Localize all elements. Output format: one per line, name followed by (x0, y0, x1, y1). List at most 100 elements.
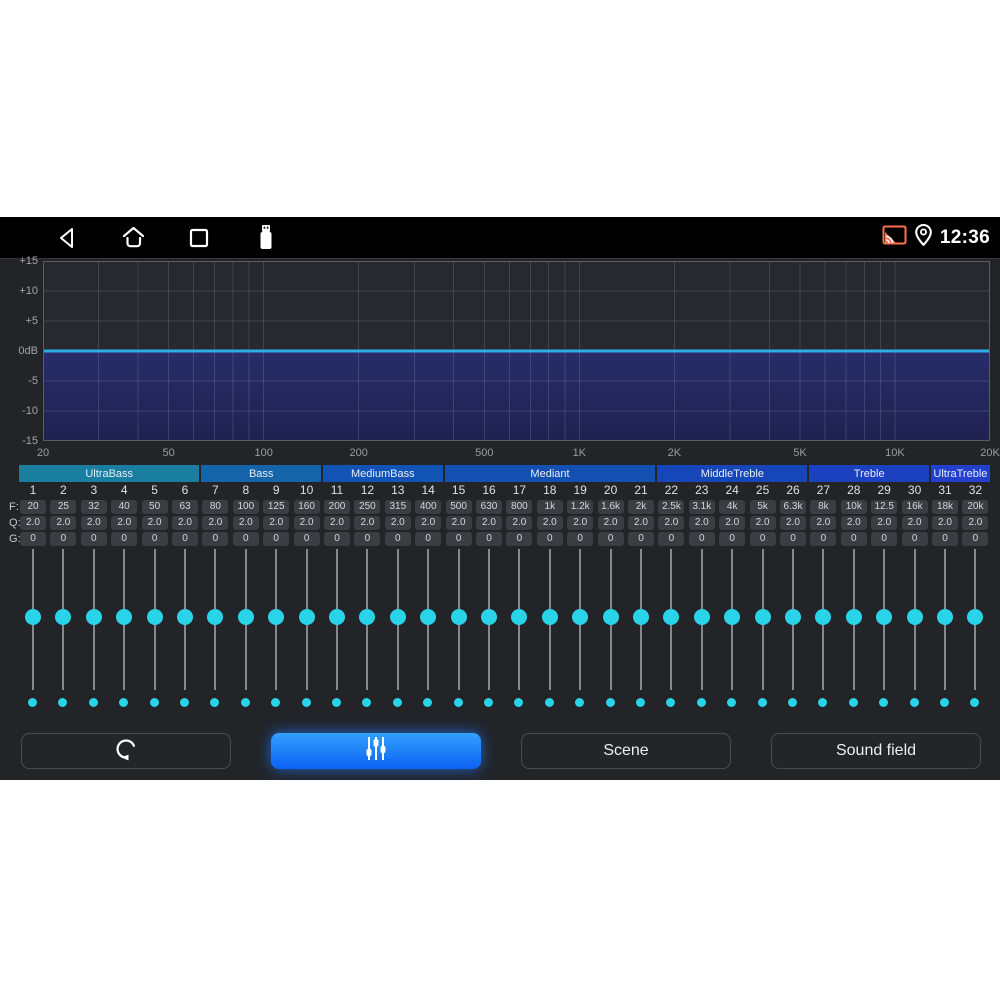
band-frequency-value[interactable]: 20k (962, 500, 989, 514)
band-gain-value[interactable]: 0 (719, 532, 746, 546)
band-frequency-value[interactable]: 16k (901, 500, 928, 514)
band-frequency-value[interactable]: 6.3k (780, 500, 806, 514)
band-q-value[interactable]: 2.0 (749, 516, 776, 530)
band-frequency-value[interactable]: 2.5k (658, 500, 685, 514)
band-q-value[interactable]: 2.0 (80, 516, 107, 530)
band-gain-value[interactable]: 0 (962, 532, 989, 546)
eq-band-slider-knob[interactable] (268, 609, 285, 625)
band-q-value[interactable]: 2.0 (476, 516, 502, 530)
band-gain-value[interactable]: 0 (567, 532, 594, 546)
band-gain-value[interactable]: 0 (263, 532, 290, 546)
band-frequency-value[interactable]: 5k (749, 500, 776, 514)
band-gain-value[interactable]: 0 (688, 532, 715, 546)
band-q-value[interactable]: 2.0 (232, 516, 259, 530)
eq-band-slider-knob[interactable] (785, 609, 801, 625)
eq-band-slider-knob[interactable] (55, 609, 72, 625)
band-frequency-value[interactable]: 1.2k (567, 500, 594, 514)
eq-band-slider-knob[interactable] (541, 609, 558, 625)
eq-band-slider-knob[interactable] (602, 609, 619, 625)
band-q-value[interactable]: 2.0 (354, 516, 381, 530)
band-gain-value[interactable]: 0 (628, 532, 654, 546)
eq-band-slider-knob[interactable] (633, 609, 649, 625)
band-gain-value[interactable]: 0 (780, 532, 806, 546)
eq-band-slider-knob[interactable] (298, 609, 315, 625)
eq-band-slider-knob[interactable] (177, 609, 193, 625)
band-gain-value[interactable]: 0 (597, 532, 624, 546)
eq-band-slider-knob[interactable] (237, 609, 254, 625)
eq-band-slider-knob[interactable] (876, 609, 893, 625)
band-q-value[interactable]: 2.0 (172, 516, 198, 530)
band-frequency-value[interactable]: 80 (202, 500, 229, 514)
band-frequency-value[interactable]: 32 (80, 500, 107, 514)
eq-band-slider-knob[interactable] (450, 609, 467, 625)
back-icon[interactable] (53, 217, 81, 258)
band-frequency-value[interactable]: 250 (354, 500, 381, 514)
band-q-value[interactable]: 2.0 (840, 516, 867, 530)
band-frequency-value[interactable]: 500 (445, 500, 472, 514)
band-frequency-value[interactable]: 630 (476, 500, 502, 514)
band-q-value[interactable]: 2.0 (445, 516, 472, 530)
band-frequency-value[interactable]: 800 (506, 500, 533, 514)
band-gain-value[interactable]: 0 (415, 532, 442, 546)
band-frequency-value[interactable]: 20 (20, 500, 46, 514)
band-frequency-value[interactable]: 400 (415, 500, 442, 514)
band-frequency-value[interactable]: 40 (111, 500, 138, 514)
eq-band-slider-knob[interactable] (481, 609, 497, 625)
band-frequency-value[interactable]: 8k (810, 500, 837, 514)
band-gain-value[interactable]: 0 (20, 532, 46, 546)
band-frequency-value[interactable]: 4k (719, 500, 746, 514)
band-gain-value[interactable]: 0 (476, 532, 502, 546)
band-q-value[interactable]: 2.0 (658, 516, 685, 530)
band-frequency-value[interactable]: 12.5 (871, 500, 898, 514)
band-q-value[interactable]: 2.0 (415, 516, 442, 530)
band-frequency-value[interactable]: 1.6k (597, 500, 624, 514)
band-gain-value[interactable]: 0 (232, 532, 259, 546)
recents-icon[interactable] (185, 217, 213, 258)
band-frequency-value[interactable]: 18k (932, 500, 958, 514)
band-gain-value[interactable]: 0 (141, 532, 168, 546)
band-q-value[interactable]: 2.0 (324, 516, 350, 530)
band-q-value[interactable]: 2.0 (810, 516, 837, 530)
band-q-value[interactable]: 2.0 (263, 516, 290, 530)
eq-band-slider-knob[interactable] (815, 609, 832, 625)
band-q-value[interactable]: 2.0 (141, 516, 168, 530)
band-q-value[interactable]: 2.0 (780, 516, 806, 530)
band-gain-value[interactable]: 0 (202, 532, 229, 546)
band-gain-value[interactable]: 0 (80, 532, 107, 546)
band-gain-value[interactable]: 0 (871, 532, 898, 546)
band-q-value[interactable]: 2.0 (932, 516, 958, 530)
band-frequency-value[interactable]: 63 (172, 500, 198, 514)
band-q-value[interactable]: 2.0 (536, 516, 563, 530)
eq-band-slider-knob[interactable] (359, 609, 376, 625)
eq-band-slider-knob[interactable] (207, 609, 224, 625)
band-frequency-value[interactable]: 3.1k (688, 500, 715, 514)
band-frequency-value[interactable]: 315 (384, 500, 411, 514)
band-q-value[interactable]: 2.0 (567, 516, 594, 530)
band-gain-value[interactable]: 0 (172, 532, 198, 546)
eq-band-slider-knob[interactable] (511, 609, 528, 625)
eq-band-slider-knob[interactable] (845, 609, 862, 625)
band-q-value[interactable]: 2.0 (719, 516, 746, 530)
band-q-value[interactable]: 2.0 (871, 516, 898, 530)
eq-band-slider-knob[interactable] (572, 609, 589, 625)
band-q-value[interactable]: 2.0 (293, 516, 320, 530)
band-gain-value[interactable]: 0 (932, 532, 958, 546)
sound-field-button[interactable]: Sound field (771, 733, 981, 769)
band-q-value[interactable]: 2.0 (111, 516, 138, 530)
band-gain-value[interactable]: 0 (901, 532, 928, 546)
band-q-value[interactable]: 2.0 (506, 516, 533, 530)
band-q-value[interactable]: 2.0 (628, 516, 654, 530)
band-q-value[interactable]: 2.0 (597, 516, 624, 530)
band-frequency-value[interactable]: 100 (232, 500, 259, 514)
band-frequency-value[interactable]: 1k (536, 500, 563, 514)
eq-band-slider-knob[interactable] (663, 609, 680, 625)
band-frequency-value[interactable]: 10k (840, 500, 867, 514)
band-frequency-value[interactable]: 2k (628, 500, 654, 514)
eq-band-slider-knob[interactable] (329, 609, 345, 625)
eq-band-slider-knob[interactable] (146, 609, 163, 625)
band-q-value[interactable]: 2.0 (962, 516, 989, 530)
band-gain-value[interactable]: 0 (324, 532, 350, 546)
scene-button[interactable]: Scene (521, 733, 731, 769)
eq-band-slider-knob[interactable] (937, 609, 953, 625)
band-frequency-value[interactable]: 125 (263, 500, 290, 514)
